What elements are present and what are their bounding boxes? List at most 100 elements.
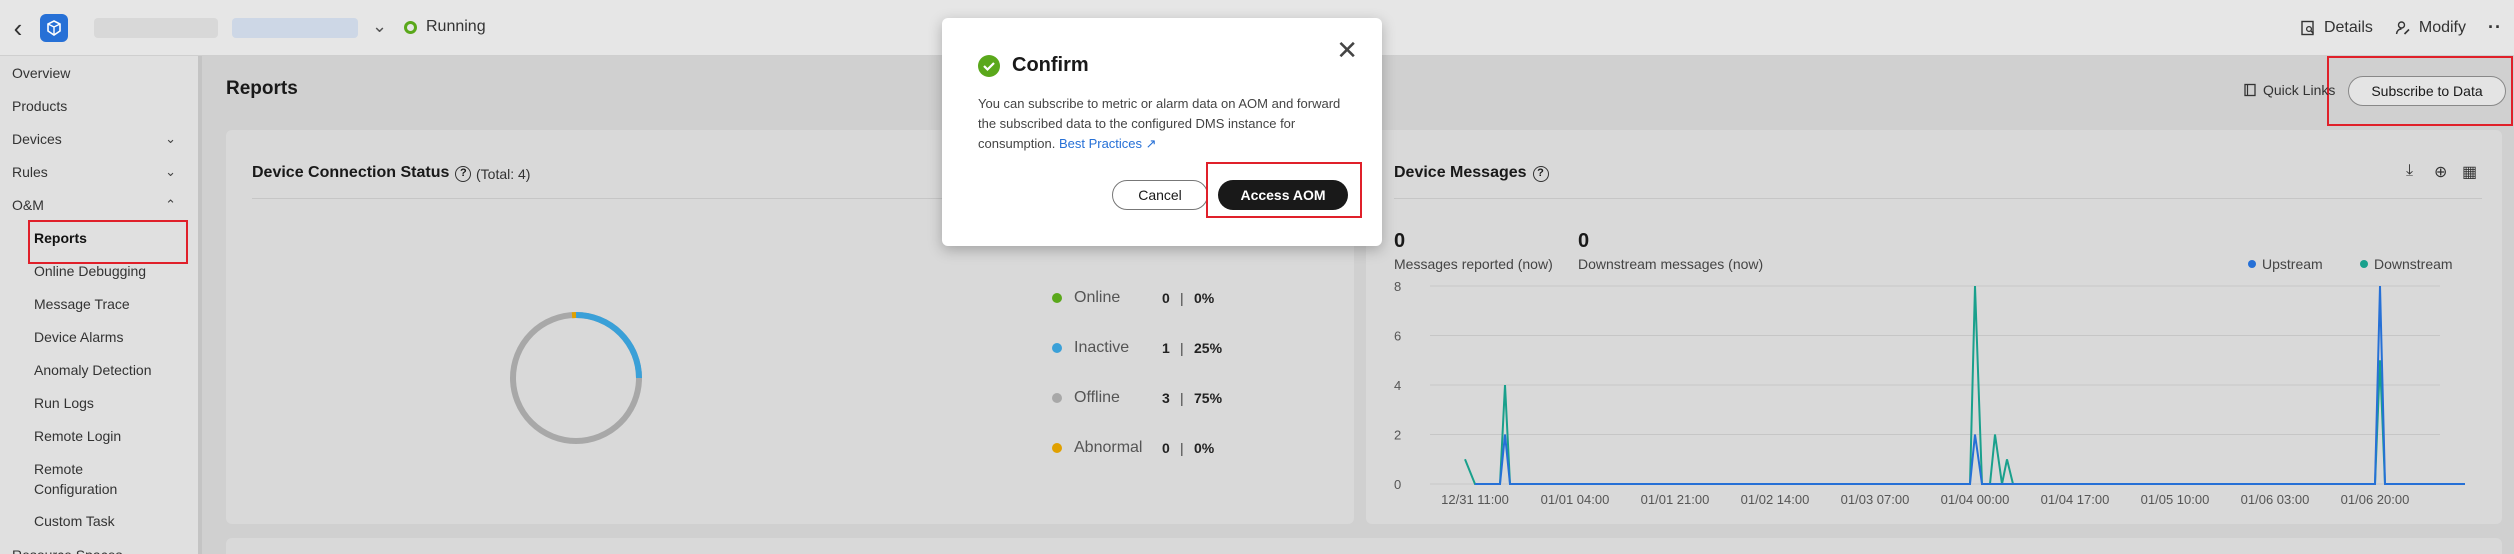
details-button[interactable]: Details [2300,19,2373,37]
sidebar-item-label: Reports [34,230,87,246]
sidebar-item-label: Remote Configuration [34,461,118,497]
x-tick-label: 01/04 00:00 [1941,492,2010,507]
legend-percent: 25% [1194,340,1223,356]
x-tick-label: 01/03 07:00 [1841,492,1910,507]
sidebar-item-devices[interactable]: Devices ⌄ [0,124,198,154]
book-icon [2244,83,2256,97]
x-tick-label: 01/04 17:00 [2041,492,2110,507]
y-tick-label: 6 [1394,329,1401,344]
calendar-icon[interactable]: ▦ [2462,162,2477,182]
chevron-down-icon: ⌄ [165,131,176,146]
success-check-icon [978,55,1000,77]
legend-separator: | [1180,440,1184,456]
access-aom-button[interactable]: Access AOM [1218,180,1348,210]
x-tick-label: 01/01 21:00 [1641,492,1710,507]
sidebar-item-rules[interactable]: Rules ⌄ [0,157,198,187]
best-practices-link[interactable]: Best Practices ↗ [1059,136,1157,151]
downstream-value: 0 [1578,230,1590,252]
sidebar-item-label: Remote Login [34,428,122,444]
sidebar-item-products[interactable]: Products [0,91,198,121]
messages-card-title: Device Messages? [1394,164,1549,182]
y-tick-label: 0 [1394,477,1401,492]
page-title: Reports [226,78,298,99]
help-icon[interactable]: ? [455,166,472,182]
legend-count: 0 [1162,440,1170,456]
close-icon[interactable]: ✕ [1336,37,1358,63]
sidebar-item-label: Devices [12,131,62,147]
legend-percent: 0% [1194,290,1215,306]
top-actions: Details Modify ·· [2300,17,2502,38]
downstream-dot-icon [2360,260,2368,268]
sidebar-item-label: Resource Spaces [12,540,123,554]
user-edit-icon [2395,20,2410,35]
external-link-icon: ↗ [1145,136,1157,151]
y-tick-label: 4 [1394,378,1401,393]
sidebar-item-label: O&M [12,197,44,213]
best-practices-text: Best Practices [1058,136,1143,151]
confirm-dialog: ✕ Confirm You can subscribe to metric or… [942,18,1382,246]
sidebar-item-remote-configuration[interactable]: Remote Configuration [0,454,198,504]
sidebar-item-resource-spaces[interactable]: Resource Spaces [0,540,198,554]
legend-count: 0 [1162,290,1170,306]
abnormal-dot-icon [1052,443,1062,453]
sidebar-item-label: Overview [12,65,71,81]
instance-chevron-down-icon[interactable]: ⌄ [372,16,387,37]
sidebar-item-anomaly-detection[interactable]: Anomaly Detection [0,355,198,385]
legend-count: 1 [1162,340,1170,356]
x-tick-label: 12/31 11:00 [1441,492,1509,507]
legend-offline: Offline 3 | 75% [1052,386,1252,410]
x-tick-label: 01/01 04:00 [1541,492,1610,507]
chevron-down-icon: ⌄ [165,164,176,179]
cancel-button[interactable]: Cancel [1112,180,1208,210]
back-arrow-icon[interactable]: ‹ [6,14,30,42]
donut-inactive-segment [575,312,642,379]
add-circle-icon[interactable]: ⊕ [2434,162,2447,182]
instance-name-blurred [94,18,218,38]
sidebar-item-remote-login[interactable]: Remote Login [0,421,198,451]
app-logo [40,14,68,42]
help-icon[interactable]: ? [1532,166,1549,182]
legend-online: Online 0 | 0% [1052,286,1252,310]
dialog-title: Confirm [1012,54,1089,76]
legend-separator: | [1180,340,1184,356]
sidebar-item-label: Online Debugging [34,263,147,279]
modify-button[interactable]: Modify [2395,19,2466,37]
legend-name: Inactive [1074,339,1130,356]
quick-links-label: Quick Links [2263,82,2336,98]
legend-name: Offline [1074,389,1120,406]
sidebar-item-device-alarms[interactable]: Device Alarms [0,322,198,352]
legend-percent: 0% [1194,440,1215,456]
sidebar-item-label: Message Trace [34,296,130,312]
check-icon [983,62,995,72]
y-tick-label: 2 [1394,428,1401,443]
sidebar-item-om[interactable]: O&M ⌃ [0,190,198,220]
legend-name: Abnormal [1074,439,1143,456]
sidebar-item-reports[interactable]: Reports [0,223,198,253]
subscribe-to-data-button[interactable]: Subscribe to Data [2348,76,2506,106]
legend-separator: | [1180,390,1184,406]
legend-abnormal: Abnormal 0 | 0% [1052,436,1252,460]
legend-count: 3 [1162,390,1170,406]
instance-id-blurred [232,18,358,38]
quick-links-button[interactable]: Quick Links [2243,82,2335,98]
sidebar-item-run-logs[interactable]: Run Logs [0,388,198,418]
sidebar-item-label: Rules [12,164,48,180]
dialog-body: You can subscribe to metric or alarm dat… [978,94,1350,154]
sidebar-item-message-trace[interactable]: Message Trace [0,289,198,319]
connection-card-title-text: Device Connection Status [252,164,450,181]
modify-label: Modify [2418,18,2466,36]
connection-donut-chart [510,312,642,444]
chevron-up-icon: ⌃ [165,197,176,212]
reported-value: 0 [1394,230,1406,252]
messages-card-title-text: Device Messages [1394,164,1527,181]
legend-name: Online [1074,289,1121,306]
sidebar-item-overview[interactable]: Overview [0,58,198,88]
more-icon[interactable]: ·· [2488,17,2502,38]
y-tick-label: 8 [1394,279,1401,294]
sidebar-item-custom-task[interactable]: Custom Task [0,506,198,536]
cube-icon [47,20,61,36]
sidebar-item-label: Device Alarms [34,329,124,345]
sidebar-item-online-debugging[interactable]: Online Debugging [0,256,198,286]
sidebar: Overview Products Devices ⌄ Rules ⌄ O&M ⌃ R… [0,56,198,554]
download-icon[interactable]: ⤓ [2406,162,2413,180]
